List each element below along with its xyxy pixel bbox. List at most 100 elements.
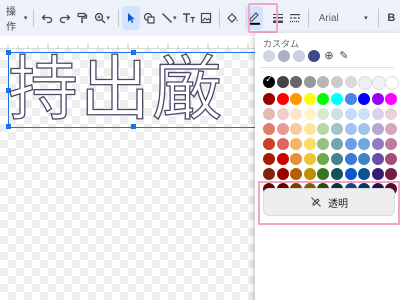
palette-color-swatch[interactable] bbox=[276, 123, 289, 135]
palette-color-swatch[interactable] bbox=[303, 123, 316, 135]
palette-color-swatch[interactable] bbox=[371, 123, 384, 135]
toolbar-divider bbox=[117, 9, 119, 27]
palette-color-swatch[interactable] bbox=[330, 108, 343, 120]
select-tool-button[interactable] bbox=[122, 6, 140, 30]
palette-color-swatch[interactable] bbox=[263, 108, 275, 120]
palette-color-swatch[interactable] bbox=[263, 123, 275, 135]
fill-color-button[interactable] bbox=[224, 6, 241, 30]
palette-color-swatch[interactable] bbox=[344, 76, 357, 88]
palette-color-swatch[interactable] bbox=[330, 93, 343, 105]
palette-color-swatch[interactable] bbox=[330, 168, 343, 180]
palette-color-swatch[interactable] bbox=[303, 138, 316, 150]
textbox-tool-button[interactable] bbox=[180, 6, 197, 30]
palette-color-swatch[interactable] bbox=[290, 168, 303, 180]
palette-color-swatch[interactable] bbox=[317, 123, 330, 135]
palette-color-swatch[interactable] bbox=[330, 153, 343, 165]
palette-color-swatch[interactable] bbox=[344, 123, 357, 135]
palette-color-swatch[interactable] bbox=[385, 93, 398, 105]
chevron-down-icon: ▾ bbox=[106, 15, 110, 22]
palette-color-swatch[interactable] bbox=[290, 123, 303, 135]
palette-color-swatch[interactable] bbox=[344, 138, 357, 150]
palette-color-swatch[interactable] bbox=[303, 76, 316, 88]
custom-color-swatch[interactable] bbox=[278, 49, 290, 62]
palette-color-swatch[interactable] bbox=[371, 138, 384, 150]
palette-color-swatch[interactable] bbox=[385, 123, 398, 135]
palette-color-swatch[interactable] bbox=[330, 123, 343, 135]
palette-color-swatch[interactable] bbox=[303, 153, 316, 165]
palette-color-swatch[interactable] bbox=[263, 153, 275, 165]
palette-color-swatch[interactable] bbox=[371, 108, 384, 120]
palette-color-swatch[interactable] bbox=[385, 168, 398, 180]
palette-color-swatch[interactable] bbox=[385, 138, 398, 150]
shape-tool-button[interactable] bbox=[140, 6, 157, 30]
palette-color-swatch[interactable] bbox=[276, 153, 289, 165]
bold-button[interactable]: B bbox=[383, 6, 400, 30]
palette-color-swatch[interactable] bbox=[385, 76, 400, 90]
paint-format-button[interactable] bbox=[73, 6, 90, 30]
palette-color-swatch[interactable] bbox=[317, 76, 330, 88]
palette-color-swatch[interactable] bbox=[317, 168, 330, 180]
palette-color-swatch[interactable] bbox=[358, 153, 371, 165]
palette-color-swatch[interactable] bbox=[290, 108, 303, 120]
palette-color-swatch[interactable] bbox=[371, 168, 384, 180]
border-dash-button[interactable] bbox=[286, 6, 303, 30]
palette-color-swatch[interactable] bbox=[371, 93, 384, 105]
palette-color-swatch[interactable] bbox=[303, 108, 316, 120]
transparent-button[interactable]: 透明 bbox=[263, 188, 395, 216]
palette-color-swatch[interactable] bbox=[344, 93, 357, 105]
custom-color-swatch[interactable] bbox=[293, 49, 305, 62]
palette-color-swatch[interactable] bbox=[303, 93, 316, 105]
palette-color-swatch[interactable] bbox=[358, 93, 371, 105]
eyedropper-icon[interactable]: ✎ bbox=[338, 49, 350, 62]
bold-label: B bbox=[387, 12, 396, 24]
palette-color-swatch[interactable] bbox=[385, 108, 398, 120]
palette-color-swatch[interactable] bbox=[358, 138, 371, 150]
palette-color-swatch[interactable] bbox=[290, 93, 303, 105]
line-tool-button[interactable]: ▾ bbox=[157, 6, 180, 30]
undo-button[interactable] bbox=[38, 6, 55, 30]
palette-color-swatch[interactable] bbox=[344, 168, 357, 180]
palette-color-swatch[interactable] bbox=[358, 123, 371, 135]
palette-color-swatch[interactable]: ✓ bbox=[263, 74, 275, 88]
palette-color-swatch[interactable] bbox=[330, 76, 343, 88]
toolbar-divider bbox=[219, 9, 220, 27]
palette-color-swatch[interactable] bbox=[276, 76, 289, 88]
palette-color-swatch[interactable] bbox=[276, 93, 289, 105]
chevron-down-icon: ▾ bbox=[172, 15, 177, 22]
palette-color-swatch[interactable] bbox=[317, 108, 330, 120]
font-family-select[interactable]: Arial ▾ bbox=[313, 6, 374, 30]
zoom-button[interactable]: ▾ bbox=[91, 6, 114, 30]
palette-color-swatch[interactable] bbox=[317, 93, 330, 105]
palette-color-swatch[interactable] bbox=[290, 76, 303, 88]
palette-color-swatch[interactable] bbox=[276, 108, 289, 120]
palette-color-swatch[interactable] bbox=[344, 153, 357, 165]
palette-color-swatch[interactable] bbox=[358, 168, 371, 180]
transparent-label: 透明 bbox=[328, 198, 348, 210]
palette-color-swatch[interactable] bbox=[290, 138, 303, 150]
palette-color-swatch[interactable] bbox=[358, 108, 371, 120]
toolbar-divider bbox=[33, 9, 35, 27]
add-custom-color-icon[interactable]: ⊕ bbox=[323, 49, 335, 62]
palette-color-swatch[interactable] bbox=[290, 153, 303, 165]
palette-color-swatch[interactable] bbox=[371, 76, 386, 90]
palette-color-swatch[interactable] bbox=[371, 153, 384, 165]
palette-color-swatch[interactable] bbox=[385, 153, 398, 165]
palette-color-swatch[interactable] bbox=[263, 168, 275, 180]
palette-color-swatch[interactable] bbox=[358, 76, 373, 90]
palette-color-swatch[interactable] bbox=[303, 168, 316, 180]
palette-color-swatch[interactable] bbox=[344, 108, 357, 120]
palette-color-swatch[interactable] bbox=[317, 153, 330, 165]
image-tool-button[interactable] bbox=[198, 6, 215, 30]
redo-button[interactable] bbox=[56, 6, 73, 30]
actions-menu[interactable]: 操作 ▾ bbox=[4, 6, 29, 33]
palette-color-swatch[interactable] bbox=[330, 138, 343, 150]
palette-color-swatch[interactable] bbox=[263, 93, 275, 105]
palette-color-swatch[interactable] bbox=[317, 138, 330, 150]
custom-color-swatch[interactable] bbox=[308, 49, 320, 62]
palette-color-swatch[interactable] bbox=[263, 138, 275, 150]
canvas-outlined-text: 持出厳 bbox=[7, 48, 224, 130]
palette-color-swatch[interactable] bbox=[276, 138, 289, 150]
custom-color-swatch[interactable] bbox=[263, 49, 275, 62]
paint-format-icon bbox=[77, 12, 88, 23]
palette-color-swatch[interactable] bbox=[276, 168, 289, 180]
